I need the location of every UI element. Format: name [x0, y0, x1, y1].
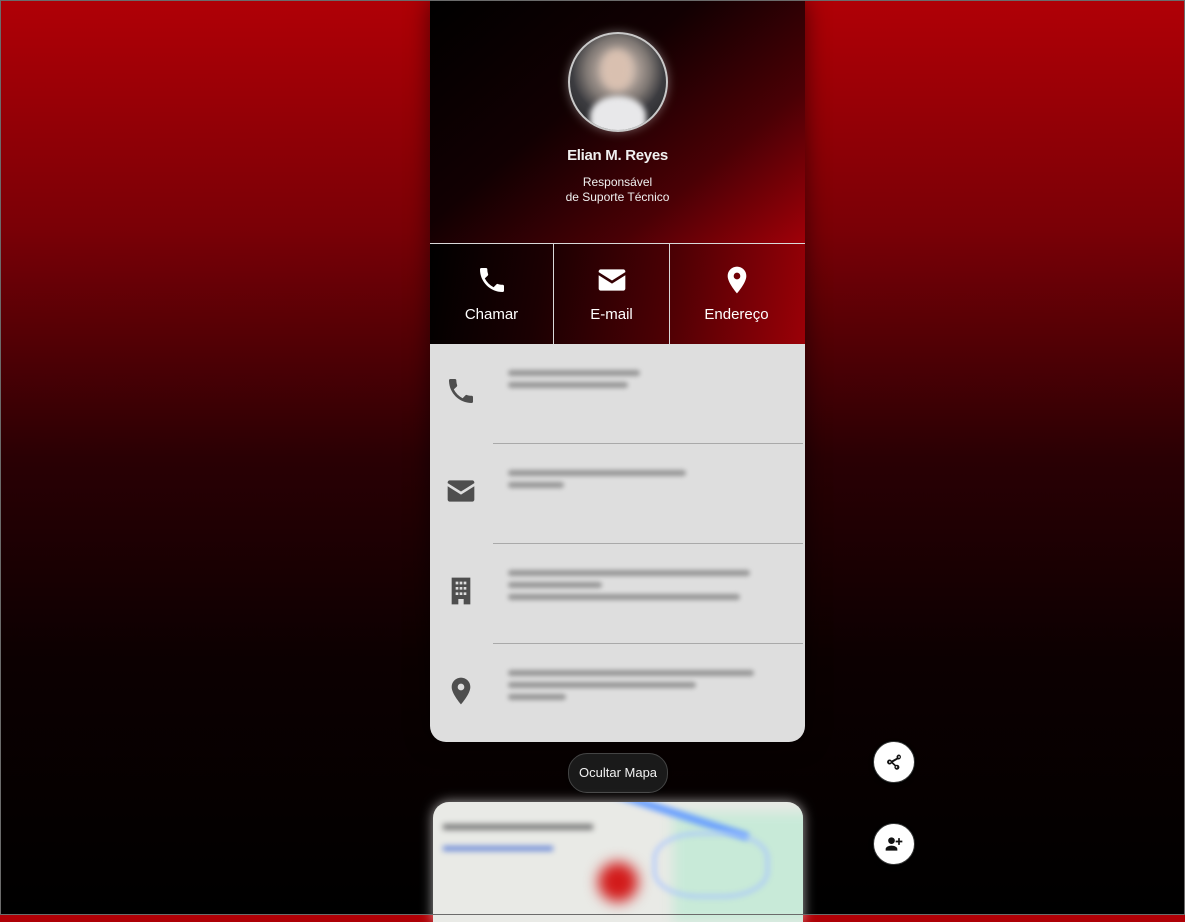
company-values-blurred	[508, 570, 768, 606]
email-button[interactable]: E-mail	[553, 244, 669, 344]
action-bar: Chamar E-mail Endereço	[430, 243, 805, 344]
avatar	[568, 32, 668, 132]
profile-role: Responsável de Suporte Técnico	[430, 175, 805, 205]
map-preview[interactable]	[433, 802, 803, 922]
info-row-email[interactable]	[430, 444, 805, 544]
address-button[interactable]: Endereço	[669, 244, 803, 344]
call-label: Chamar	[464, 306, 519, 323]
map-marker-icon	[727, 266, 746, 294]
address-values-blurred	[508, 670, 768, 706]
email-label: E-mail	[590, 306, 633, 323]
role-line-2: de Suporte Técnico	[565, 190, 670, 204]
building-icon	[445, 575, 477, 607]
share-icon	[887, 754, 901, 770]
email-values-blurred	[508, 470, 768, 494]
business-card: Elian M. Reyes Responsável de Suporte Té…	[430, 0, 805, 742]
share-button[interactable]	[873, 741, 915, 783]
role-line-1: Responsável	[582, 175, 653, 189]
phone-icon	[445, 375, 477, 407]
phone-values-blurred	[508, 370, 768, 394]
info-row-address[interactable]	[430, 644, 805, 742]
card-header: Elian M. Reyes Responsável de Suporte Té…	[430, 0, 805, 243]
call-button[interactable]: Chamar	[430, 244, 553, 344]
contact-info-list	[430, 344, 805, 742]
phone-icon	[479, 268, 504, 292]
envelope-icon	[445, 475, 477, 507]
address-label: Endereço	[704, 306, 769, 323]
info-row-phone[interactable]	[430, 344, 805, 444]
map-marker-icon	[445, 675, 477, 707]
hide-map-button[interactable]: Ocultar Mapa	[568, 753, 669, 793]
envelope-icon	[598, 269, 625, 291]
add-contact-button[interactable]	[873, 823, 915, 865]
profile-name: Elian M. Reyes	[567, 147, 668, 164]
info-row-company[interactable]	[430, 544, 805, 644]
add-contact-icon	[885, 837, 903, 851]
